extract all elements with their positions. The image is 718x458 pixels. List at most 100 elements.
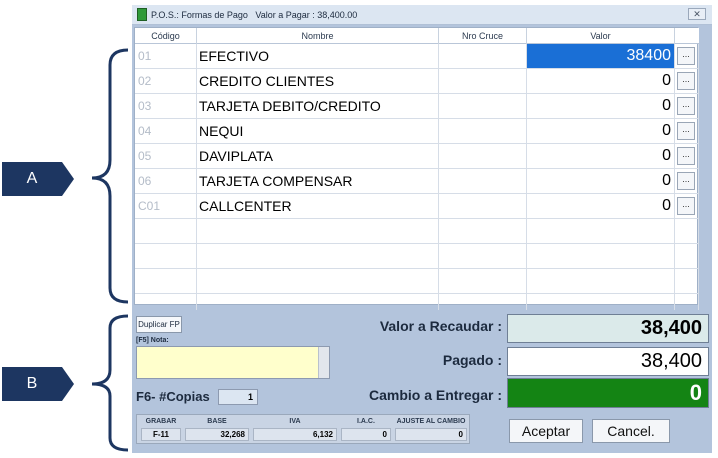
grabar-label: GRABAR xyxy=(145,418,177,425)
table-row[interactable]: 02 CREDITO CLIENTES 0... xyxy=(135,69,699,94)
amount-to-pay: Valor a Pagar : 38,400.00 xyxy=(255,10,358,20)
table-row[interactable]: 06 TARJETA COMPENSAR 0... xyxy=(135,169,699,194)
copias-input[interactable]: 1 xyxy=(218,389,258,405)
row-value[interactable]: 0 xyxy=(527,94,675,118)
empty-name-cell xyxy=(197,269,439,293)
row-name: TARJETA COMPENSAR xyxy=(197,169,439,193)
grabar-shortcut[interactable]: F-11 xyxy=(141,428,181,441)
empty-value-cell xyxy=(527,244,675,268)
header-valor[interactable]: Valor xyxy=(527,28,675,44)
row-name: TARJETA DEBITO/CREDITO xyxy=(197,94,439,118)
base-column: BASE 32,268 xyxy=(185,417,249,443)
iva-column: IVA 6,132 xyxy=(253,417,337,443)
close-icon[interactable]: ✕ xyxy=(688,8,706,20)
row-name: CREDITO CLIENTES xyxy=(197,69,439,93)
row-code: 05 xyxy=(135,144,197,168)
iac-column: I.A.C. 0 xyxy=(341,417,391,443)
row-value[interactable]: 0 xyxy=(527,69,675,93)
table-row[interactable]: 04 NEQUI 0... xyxy=(135,119,699,144)
grabar-column: GRABAR F-11 xyxy=(141,417,181,443)
empty-code-cell xyxy=(135,219,197,243)
ellipsis-button[interactable]: ... xyxy=(677,122,695,140)
row-value[interactable]: 0 xyxy=(527,194,675,218)
iva-value: 6,132 xyxy=(253,428,337,441)
app-icon xyxy=(137,8,147,21)
empty-code-cell xyxy=(135,244,197,268)
iac-label: I.A.C. xyxy=(357,418,375,425)
row-nro-cruce[interactable] xyxy=(439,44,527,68)
table-row[interactable]: 03 TARJETA DEBITO/CREDITO 0... xyxy=(135,94,699,119)
row-name: NEQUI xyxy=(197,119,439,143)
totals-strip: GRABAR F-11 BASE 32,268 IVA 6,132 I.A.C.… xyxy=(136,414,470,444)
row-value[interactable]: 0 xyxy=(527,144,675,168)
annotation-b-label: B xyxy=(2,367,62,401)
empty-name-cell xyxy=(197,244,439,268)
ellipsis-button[interactable]: ... xyxy=(677,197,695,215)
table-row[interactable]: C01 CALLCENTER 0... xyxy=(135,194,699,219)
ellipsis-button[interactable]: ... xyxy=(677,147,695,165)
cancel-button[interactable]: Cancel. xyxy=(592,419,670,443)
row-code: 06 xyxy=(135,169,197,193)
cambio-value: 0 xyxy=(507,378,709,408)
iac-value: 0 xyxy=(341,428,391,441)
accept-button[interactable]: Aceptar xyxy=(509,419,583,443)
row-actions: ... xyxy=(675,119,699,143)
row-nro-cruce[interactable] xyxy=(439,169,527,193)
empty-value-cell xyxy=(527,269,675,293)
recaudar-label: Valor a Recaudar : xyxy=(379,318,502,334)
window-title-text: P.O.S.: Formas de Pago xyxy=(151,10,248,20)
duplicate-fp-button[interactable]: Duplicar FP xyxy=(136,316,182,333)
nota-label: [F5] Nota: xyxy=(136,337,169,344)
row-code: 03 xyxy=(135,94,197,118)
ellipsis-button[interactable]: ... xyxy=(677,47,695,65)
row-value[interactable]: 0 xyxy=(527,119,675,143)
window-title: P.O.S.: Formas de Pago Valor a Pagar : 3… xyxy=(151,6,357,24)
ellipsis-button[interactable]: ... xyxy=(677,72,695,90)
grid-header: Código Nombre Nro Cruce Valor xyxy=(135,28,699,44)
cambio-label: Cambio a Entregar : xyxy=(368,387,502,403)
row-actions: ... xyxy=(675,44,699,68)
empty-code-cell xyxy=(135,269,197,293)
empty-action-cell xyxy=(675,219,699,243)
row-actions: ... xyxy=(675,144,699,168)
empty-action-cell xyxy=(675,269,699,293)
row-nro-cruce[interactable] xyxy=(439,69,527,93)
empty-name-cell xyxy=(197,219,439,243)
empty-value-cell xyxy=(527,219,675,243)
empty-row[interactable] xyxy=(135,219,699,244)
row-nro-cruce[interactable] xyxy=(439,94,527,118)
header-codigo[interactable]: Código xyxy=(135,28,197,44)
annotation-a-label: A xyxy=(2,162,62,196)
ellipsis-button[interactable]: ... xyxy=(677,172,695,190)
ajuste-label: AJUSTE AL CAMBIO xyxy=(396,418,466,425)
row-name: CALLCENTER xyxy=(197,194,439,218)
table-row[interactable]: 05 DAVIPLATA 0... xyxy=(135,144,699,169)
row-value[interactable]: 38400 xyxy=(527,44,675,68)
row-nro-cruce[interactable] xyxy=(439,194,527,218)
empty-row[interactable] xyxy=(135,244,699,269)
row-nro-cruce[interactable] xyxy=(439,119,527,143)
ajuste-value: 0 xyxy=(395,428,467,441)
empty-cruce-cell xyxy=(439,269,527,293)
row-actions: ... xyxy=(675,194,699,218)
base-label: BASE xyxy=(207,418,227,425)
nota-textarea[interactable] xyxy=(136,346,330,379)
annotation-brackets xyxy=(91,48,129,452)
header-nro-cruce[interactable]: Nro Cruce xyxy=(439,28,527,44)
ajuste-column: AJUSTE AL CAMBIO 0 xyxy=(395,417,467,443)
recaudar-value: 38,400 xyxy=(507,314,709,343)
row-code: 04 xyxy=(135,119,197,143)
header-nombre[interactable]: Nombre xyxy=(197,28,439,44)
table-row[interactable]: 01 EFECTIVO 38400... xyxy=(135,44,699,69)
header-actions xyxy=(675,28,699,44)
row-actions: ... xyxy=(675,169,699,193)
iva-label: IVA xyxy=(289,418,301,425)
row-code: 02 xyxy=(135,69,197,93)
annotation-a-arrow xyxy=(62,162,74,196)
row-code: 01 xyxy=(135,44,197,68)
ellipsis-button[interactable]: ... xyxy=(677,97,695,115)
pagado-value: 38,400 xyxy=(507,347,709,376)
empty-row[interactable] xyxy=(135,269,699,294)
row-value[interactable]: 0 xyxy=(527,169,675,193)
row-nro-cruce[interactable] xyxy=(439,144,527,168)
